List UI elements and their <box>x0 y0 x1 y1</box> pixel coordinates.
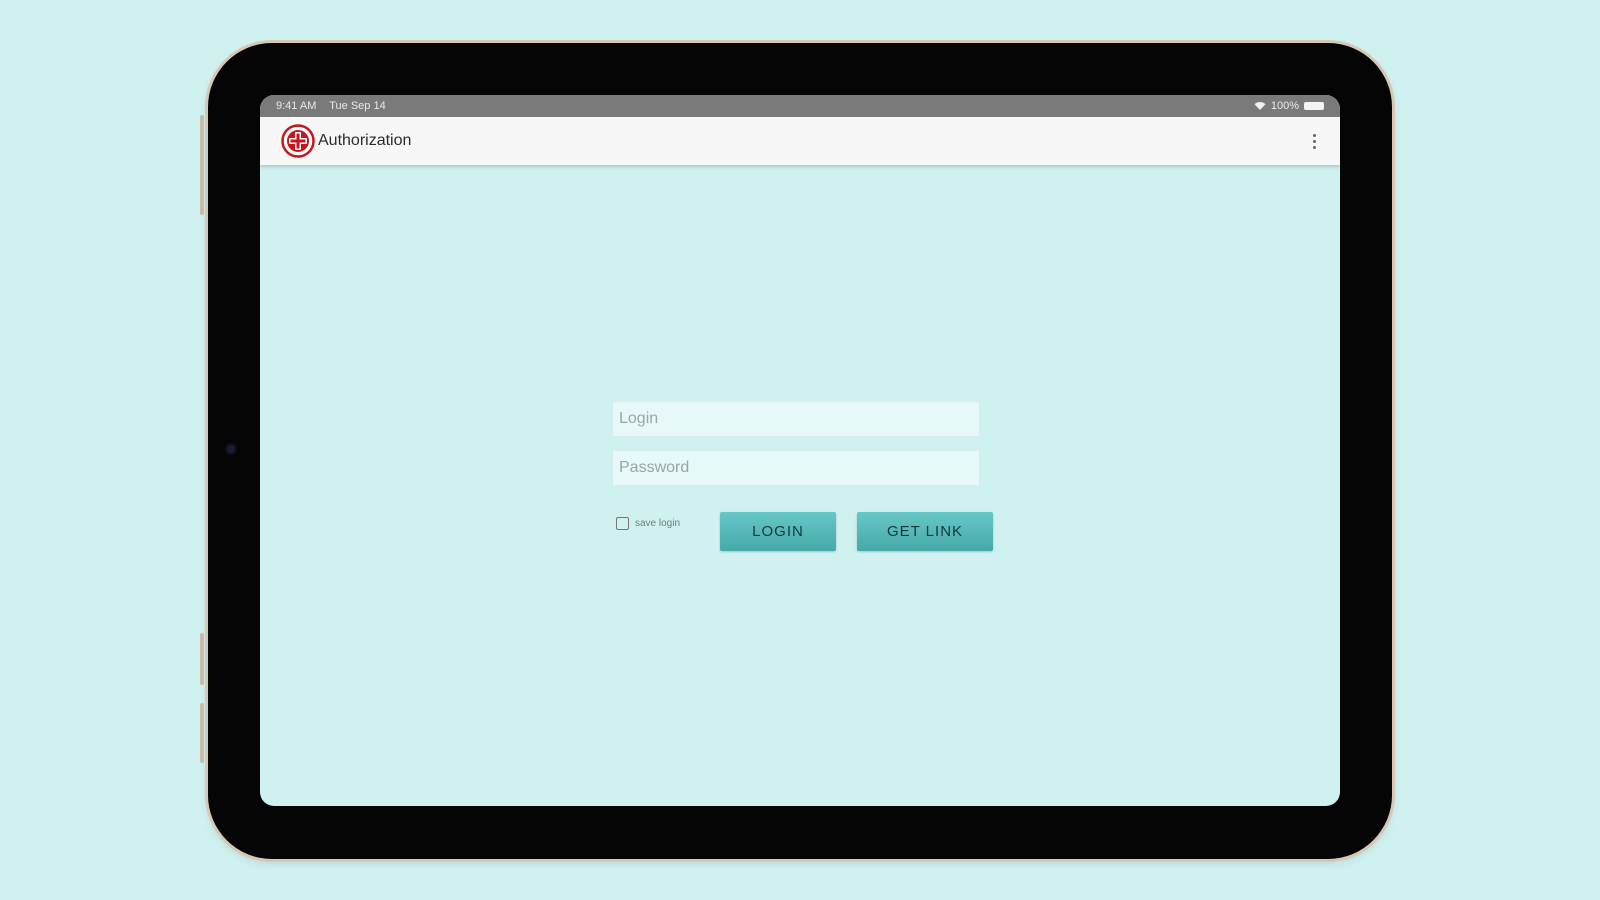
wifi-icon <box>1254 102 1266 110</box>
login-input[interactable] <box>612 401 980 437</box>
app-title: Authorization <box>318 132 412 149</box>
menu-dot <box>1312 145 1316 149</box>
status-bar: 9:41 AM Tue Sep 14 100% <box>260 95 1340 117</box>
password-input[interactable] <box>612 450 980 486</box>
menu-dot <box>1312 133 1316 137</box>
save-login-checkbox[interactable] <box>616 517 629 530</box>
volume-down-button <box>200 633 204 685</box>
status-time: 9:41 AM <box>276 100 317 112</box>
more-vert-icon[interactable] <box>1306 129 1322 153</box>
app-bar: Authorization <box>260 117 1340 165</box>
status-right: 100% <box>1254 95 1324 117</box>
login-button[interactable]: LOGIN <box>720 512 836 551</box>
screen: 9:41 AM Tue Sep 14 100% Authorization Lo… <box>260 95 1340 806</box>
battery-icon <box>1304 102 1324 110</box>
tablet-frame: 9:41 AM Tue Sep 14 100% Authorization Lo… <box>200 43 1392 859</box>
get-link-button[interactable]: GET LINK <box>857 512 993 551</box>
status-left: 9:41 AM Tue Sep 14 <box>276 95 396 117</box>
save-login-toggle[interactable]: save login <box>616 517 680 530</box>
battery-percent: 100% <box>1270 100 1299 112</box>
power-button <box>200 703 204 763</box>
red-cross-logo-icon <box>281 124 315 158</box>
front-camera <box>225 443 237 455</box>
volume-up-button <box>200 115 204 215</box>
save-login-label: save login <box>635 518 681 529</box>
status-date: Tue Sep 14 <box>329 100 386 112</box>
menu-dot <box>1312 139 1316 143</box>
